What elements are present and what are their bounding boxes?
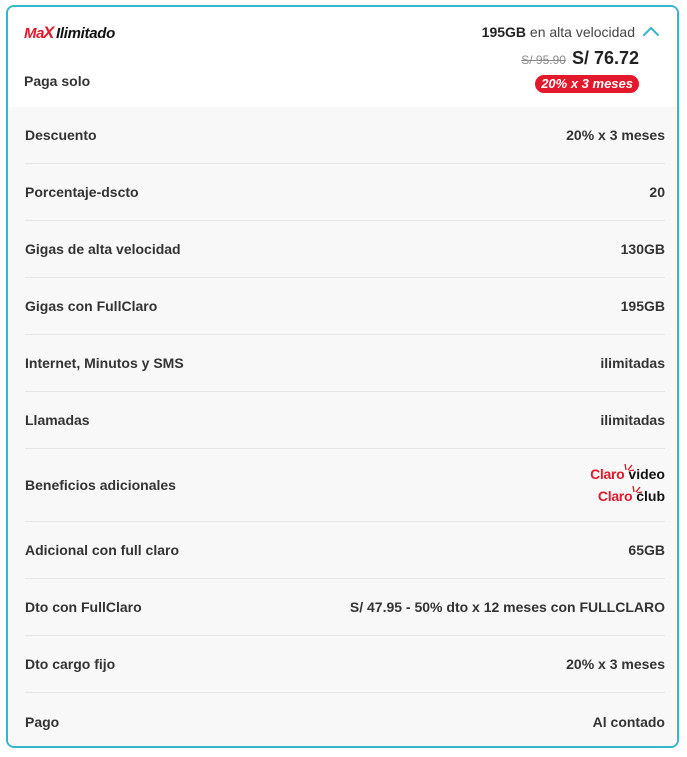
detail-row-llamadas: Llamadas ilimitadas <box>25 392 665 449</box>
claro-club-logo[interactable]: Claro club <box>598 485 665 504</box>
detail-row-dto-cargo: Dto cargo fijo 20% x 3 meses <box>25 636 665 693</box>
detail-row-dto-fullclaro: Dto con FullClaro S/ 47.95 - 50% dto x 1… <box>25 579 665 636</box>
current-price: S/ 76.72 <box>571 48 639 68</box>
detail-row-adicional: Adicional con full claro 65GB <box>25 522 665 579</box>
brand-name: Ilimitado <box>56 25 115 42</box>
row-label: Adicional con full claro <box>25 542 180 558</box>
speed-summary: 195GB en alta velocidad <box>482 24 635 40</box>
payment-subtitle: Paga solo <box>24 73 91 89</box>
row-value: S/ 47.95 - 50% dto x 12 meses con FULLCL… <box>349 599 665 615</box>
row-label: Beneficios adicionales <box>25 477 176 493</box>
benefit-logos: Claro video Claro club <box>590 463 665 504</box>
detail-row-pago: Pago Al contado <box>25 693 665 746</box>
row-value: 20% x 3 meses <box>566 127 665 143</box>
detail-row-porcentaje: Porcentaje-dscto 20 <box>25 164 665 221</box>
detail-row-gigas-fullclaro: Gigas con FullClaro 195GB <box>25 278 665 335</box>
row-value: 20 <box>649 184 665 200</box>
plan-header[interactable]: MaX Ilimitado Paga solo 195GB en alta ve… <box>8 7 677 107</box>
row-label: Internet, Minutos y SMS <box>25 355 184 371</box>
promo-badge: 20% x 3 meses <box>535 75 639 93</box>
detail-row-internet: Internet, Minutos y SMS ilimitadas <box>25 335 665 392</box>
detail-row-beneficios: Beneficios adicionales Claro video Claro… <box>25 449 665 522</box>
row-value: ilimitadas <box>600 355 665 371</box>
row-value: 195GB <box>620 298 665 314</box>
row-label: Llamadas <box>25 412 90 428</box>
row-label: Descuento <box>25 127 97 143</box>
row-value: ilimitadas <box>600 412 665 428</box>
brand-max: MaX <box>24 23 54 42</box>
row-value: 65GB <box>628 542 665 558</box>
row-value: Al contado <box>592 713 665 730</box>
old-price: S/ 95.90 <box>521 53 566 67</box>
row-label: Gigas de alta velocidad <box>25 241 181 257</box>
claro-video-logo[interactable]: Claro video <box>590 463 665 482</box>
detail-row-gigas-alta: Gigas de alta velocidad 130GB <box>25 221 665 278</box>
row-label: Pago <box>25 713 60 730</box>
speed-text: en alta velocidad <box>526 24 635 40</box>
row-value: 20% x 3 meses <box>566 656 665 672</box>
chevron-up-icon[interactable] <box>641 24 661 38</box>
row-label: Porcentaje-dscto <box>25 184 139 200</box>
plan-brand-logo: MaX Ilimitado <box>24 23 115 45</box>
row-label: Gigas con FullClaro <box>25 298 158 314</box>
price-block: S/ 95.90 S/ 76.72 <box>521 48 639 69</box>
plan-details-table: Descuento 20% x 3 meses Porcentaje-dscto… <box>8 107 677 746</box>
plan-card: MaX Ilimitado Paga solo 195GB en alta ve… <box>6 5 679 748</box>
row-label: Dto con FullClaro <box>25 599 142 615</box>
row-label: Dto cargo fijo <box>25 656 116 672</box>
row-value: 130GB <box>620 241 665 257</box>
detail-row-descuento: Descuento 20% x 3 meses <box>25 107 665 164</box>
speed-gb: 195GB <box>481 24 527 40</box>
